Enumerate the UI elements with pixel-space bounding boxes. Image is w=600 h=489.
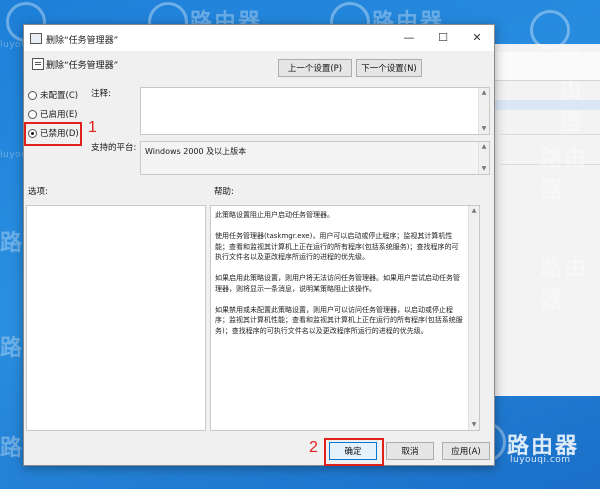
radio-not-configured[interactable]: 未配置(C) [28,88,78,102]
radio-circle[interactable] [28,90,37,100]
supported-platform-field: Windows 2000 及以上版本 ▲ ▼ [140,141,490,175]
window-title: 删除“任务管理器” [46,36,119,46]
help-paragraph: 如果启用此策略设置，则用户将无法访问任务管理器。如果用户尝试启动任务管理器，则将… [215,274,460,293]
watermark: 路由器 [560,46,585,135]
watermark: 路由器 [540,256,589,313]
watermark: 路由器 [540,146,589,203]
help-paragraph: 此策略设置阻止用户启动任务管理器。 [215,211,334,219]
ok-button[interactable]: 确定 [329,442,377,460]
highlight-box [24,122,82,146]
scroll-up-icon[interactable]: ▲ [479,88,489,98]
radio-circle[interactable] [28,109,37,119]
comment-input[interactable]: ▲ ▼ [140,87,490,135]
minimize-button[interactable]: — [392,25,426,51]
options-panel [26,205,206,431]
policy-dialog: 删除“任务管理器” — ☐ ✕ 删除“任务管理器” 上一个设置(P) 下一个设置… [23,24,495,466]
watermark: luyouqi.com [510,455,571,465]
scroll-down-icon[interactable]: ▼ [479,124,489,134]
close-button[interactable]: ✕ [460,25,494,51]
cancel-button[interactable]: 取消 [386,442,434,460]
scrollbar[interactable]: ▲ ▼ [468,206,479,430]
radio-label: 已启用(E) [40,110,78,120]
comment-label: 注释: [91,89,111,99]
radio-label: 未配置(C) [40,91,79,101]
scrollbar[interactable]: ▲ ▼ [478,142,489,174]
next-setting-button[interactable]: 下一个设置(N) [356,59,422,77]
supported-platform-value: Windows 2000 及以上版本 [145,147,247,156]
help-paragraph: 如果禁用或未配置此策略设置，则用户可以访问任务管理器，以启动或停止程序；监视其计… [215,305,463,335]
help-text: 此策略设置阻止用户启动任务管理器。 使用任务管理器(taskmgr.exe)，用… [215,210,465,347]
step-label: 2 [309,439,318,456]
help-panel: 此策略设置阻止用户启动任务管理器。 使用任务管理器(taskmgr.exe)，用… [210,205,480,431]
options-label: 选项: [28,187,48,197]
radio-enabled[interactable]: 已启用(E) [28,107,78,121]
help-paragraph: 使用任务管理器(taskmgr.exe)，用户可以启动或停止程序；监视其计算机性… [215,232,459,261]
title-bar[interactable]: 删除“任务管理器” — ☐ ✕ [24,25,494,51]
step-label: 1 [88,119,97,136]
previous-setting-button[interactable]: 上一个设置(P) [278,59,352,77]
supported-platform-label: 支持的平台: [91,143,137,153]
scroll-down-icon[interactable]: ▼ [469,420,479,430]
policy-icon [30,33,42,44]
scroll-up-icon[interactable]: ▲ [469,206,479,216]
scroll-up-icon[interactable]: ▲ [479,142,489,152]
scroll-down-icon[interactable]: ▼ [479,164,489,174]
help-label: 帮助: [214,187,234,197]
setting-icon [32,58,44,70]
setting-name: 删除“任务管理器” [46,61,119,71]
scrollbar[interactable]: ▲ ▼ [478,88,489,134]
apply-button[interactable]: 应用(A) [442,442,490,460]
maximize-button[interactable]: ☐ [426,25,460,51]
